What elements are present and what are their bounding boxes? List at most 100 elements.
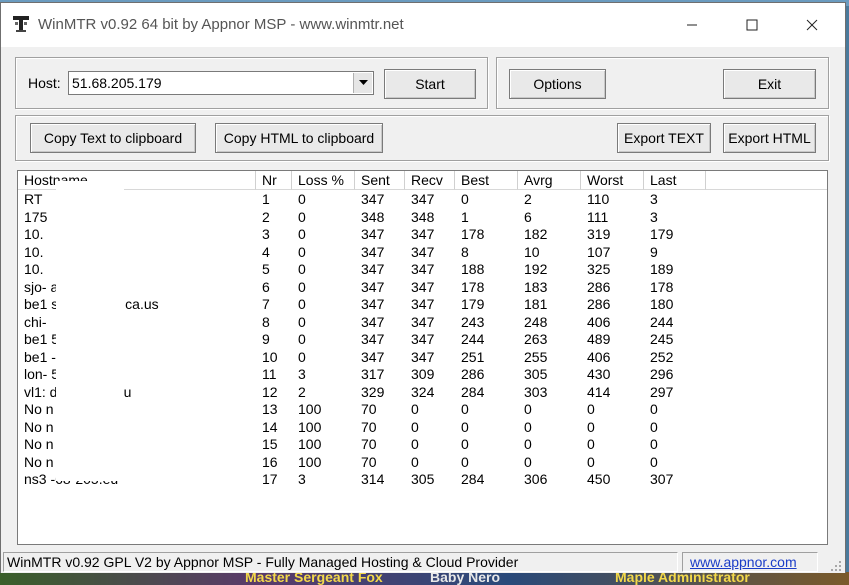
table-cell: 2 (298, 383, 306, 400)
host-dropdown-button[interactable] (353, 73, 372, 93)
table-cell: 0 (524, 436, 532, 452)
table-cell: 317 (361, 366, 385, 382)
table-cell: 13 (262, 401, 278, 417)
host-input[interactable] (72, 74, 350, 92)
status-bar: WinMTR v0.92 GPL V2 by Appnor MSP - Full… (1, 551, 845, 573)
table-cell: chi- (24, 313, 47, 330)
table-cell: RT (24, 191, 43, 207)
column-header-avrg[interactable]: Avrg (518, 171, 581, 190)
table-cell: 0 (650, 401, 658, 417)
table-cell: 3 (298, 366, 306, 382)
table-cell: 100 (298, 453, 322, 470)
table-cell: 0 (411, 453, 419, 470)
table-cell: 0 (587, 453, 595, 470)
appnor-link[interactable]: www.appnor.com (682, 552, 818, 572)
table-cell: 307 (650, 471, 674, 487)
table-row[interactable]: chi- 8 0 347 347 243 248 406 244 (18, 314, 827, 332)
exit-button[interactable]: Exit (723, 69, 816, 99)
table-cell: 430 (587, 366, 611, 382)
column-header-sent[interactable]: Sent (355, 171, 405, 190)
maximize-button[interactable] (723, 3, 781, 47)
column-header-loss[interactable]: Loss % (292, 171, 355, 190)
table-cell: vl1: d2-a75.uk.eu (24, 383, 131, 400)
mtr-results-table[interactable]: Hostname Nr Loss % Sent Recv Best Avrg W… (17, 170, 828, 545)
resize-grip-icon[interactable] (829, 559, 843, 573)
table-row[interactable]: 175 2 0 348 348 1 6 111 3 (18, 209, 827, 227)
table-row[interactable]: 10. 4 0 347 347 8 10 107 9 (18, 244, 827, 262)
table-cell: lon- 5.uk.eu (24, 366, 97, 382)
table-cell: sjo- a.us (24, 278, 77, 295)
table-cell: 0 (298, 243, 306, 260)
table-row[interactable]: No n host 13 100 70 0 0 0 0 0 (18, 401, 827, 419)
chevron-down-icon (358, 80, 368, 85)
copy-html-button[interactable]: Copy HTML to clipboard (215, 123, 383, 153)
table-cell: 3 (650, 191, 658, 207)
export-text-button[interactable]: Export TEXT (617, 123, 711, 153)
close-button[interactable] (783, 3, 841, 47)
table-cell: 0 (298, 208, 306, 225)
winmtr-window: WinMTR v0.92 64 bit by Appnor MSP - www.… (0, 2, 846, 573)
column-header-recv[interactable]: Recv (405, 171, 455, 190)
desktop-label: Baby Nero (430, 572, 501, 585)
column-header-hostname[interactable]: Hostname (18, 171, 256, 190)
table-cell: be1 5.qc.ca (24, 331, 96, 347)
desktop-label: Maple Administrator (615, 572, 750, 585)
column-header-worst[interactable]: Worst (581, 171, 644, 190)
table-cell: 70 (361, 436, 377, 452)
table-cell: 3 (298, 471, 306, 487)
table-row[interactable]: lon- 5.uk.eu 11 3 317 309 286 305 430 296 (18, 366, 827, 384)
table-cell: No n host (24, 418, 84, 435)
table-row[interactable]: vl1: d2-a75.uk.eu 12 2 329 324 284 303 414 297 (18, 384, 827, 402)
table-row[interactable]: No n host 14 100 70 0 0 0 0 0 (18, 419, 827, 437)
table-row[interactable]: sjo- a.us 6 0 347 347 178 183 286 178 (18, 279, 827, 297)
table-row[interactable]: 10. 5 0 347 347 188 192 325 189 (18, 261, 827, 279)
minimize-button[interactable] (663, 3, 721, 47)
table-row[interactable]: No n host 15 100 70 0 0 0 0 0 (18, 436, 827, 454)
column-header-nr[interactable]: Nr (256, 171, 292, 190)
table-cell: 347 (361, 278, 385, 295)
maximize-icon (746, 19, 758, 31)
table-cell: 111 (587, 208, 609, 225)
table-cell: No n host (24, 436, 84, 452)
export-html-button[interactable]: Export HTML (723, 123, 816, 153)
table-cell: 70 (361, 418, 377, 435)
table-row[interactable]: ns3 -68-205.eu 17 3 314 305 284 306 450 307 (18, 471, 827, 489)
host-combobox[interactable] (68, 71, 374, 95)
table-row[interactable]: be1 5.qc.ca 9 0 347 347 244 263 489 245 (18, 331, 827, 349)
table-cell: 1 (262, 191, 270, 207)
table-cell: 0 (650, 453, 658, 470)
table-cell: 347 (361, 191, 385, 207)
table-cell: 305 (524, 366, 548, 382)
options-button[interactable]: Options (509, 69, 606, 99)
column-header-best[interactable]: Best (455, 171, 518, 190)
table-row[interactable]: be1 -5-a9.nj.us 10 0 347 347 251 255 406 252 (18, 349, 827, 367)
table-cell: 100 (298, 401, 322, 417)
copy-text-button[interactable]: Copy Text to clipboard (30, 123, 196, 153)
table-row[interactable]: No n host 16 100 70 0 0 0 0 0 (18, 454, 827, 472)
table-cell: 0 (461, 436, 469, 452)
column-header-last[interactable]: Last (644, 171, 706, 190)
start-button[interactable]: Start (384, 69, 476, 99)
table-row[interactable]: RT 1 0 347 347 0 2 110 3 (18, 191, 827, 209)
table-cell: 347 (411, 313, 435, 330)
table-cell: 0 (650, 418, 658, 435)
table-cell: 107 (587, 243, 611, 260)
table-cell: 8 (262, 313, 270, 330)
table-cell: 178 (461, 278, 485, 295)
exit-button-label: Exit (757, 76, 782, 92)
table-cell: 10 (262, 348, 278, 365)
redaction-block (56, 181, 124, 481)
table-row[interactable]: be1 sv8-bb1-a9.ca.us 7 0 347 347 179 181 286 180 (18, 296, 827, 314)
title-bar[interactable]: WinMTR v0.92 64 bit by Appnor MSP - www.… (1, 3, 845, 47)
table-cell: 9 (650, 243, 658, 260)
table-cell: 347 (411, 278, 435, 295)
table-cell: 284 (461, 383, 485, 400)
table-cell: 347 (361, 348, 385, 365)
table-cell: 5 (262, 261, 270, 277)
options-button-label: Options (533, 76, 582, 92)
column-header-filler (706, 171, 827, 190)
table-row[interactable]: 10. 3 0 347 347 178 182 319 179 (18, 226, 827, 244)
table-cell: 489 (587, 331, 611, 347)
table-cell: 244 (650, 313, 674, 330)
copy-text-button-label: Copy Text to clipboard (43, 130, 183, 146)
